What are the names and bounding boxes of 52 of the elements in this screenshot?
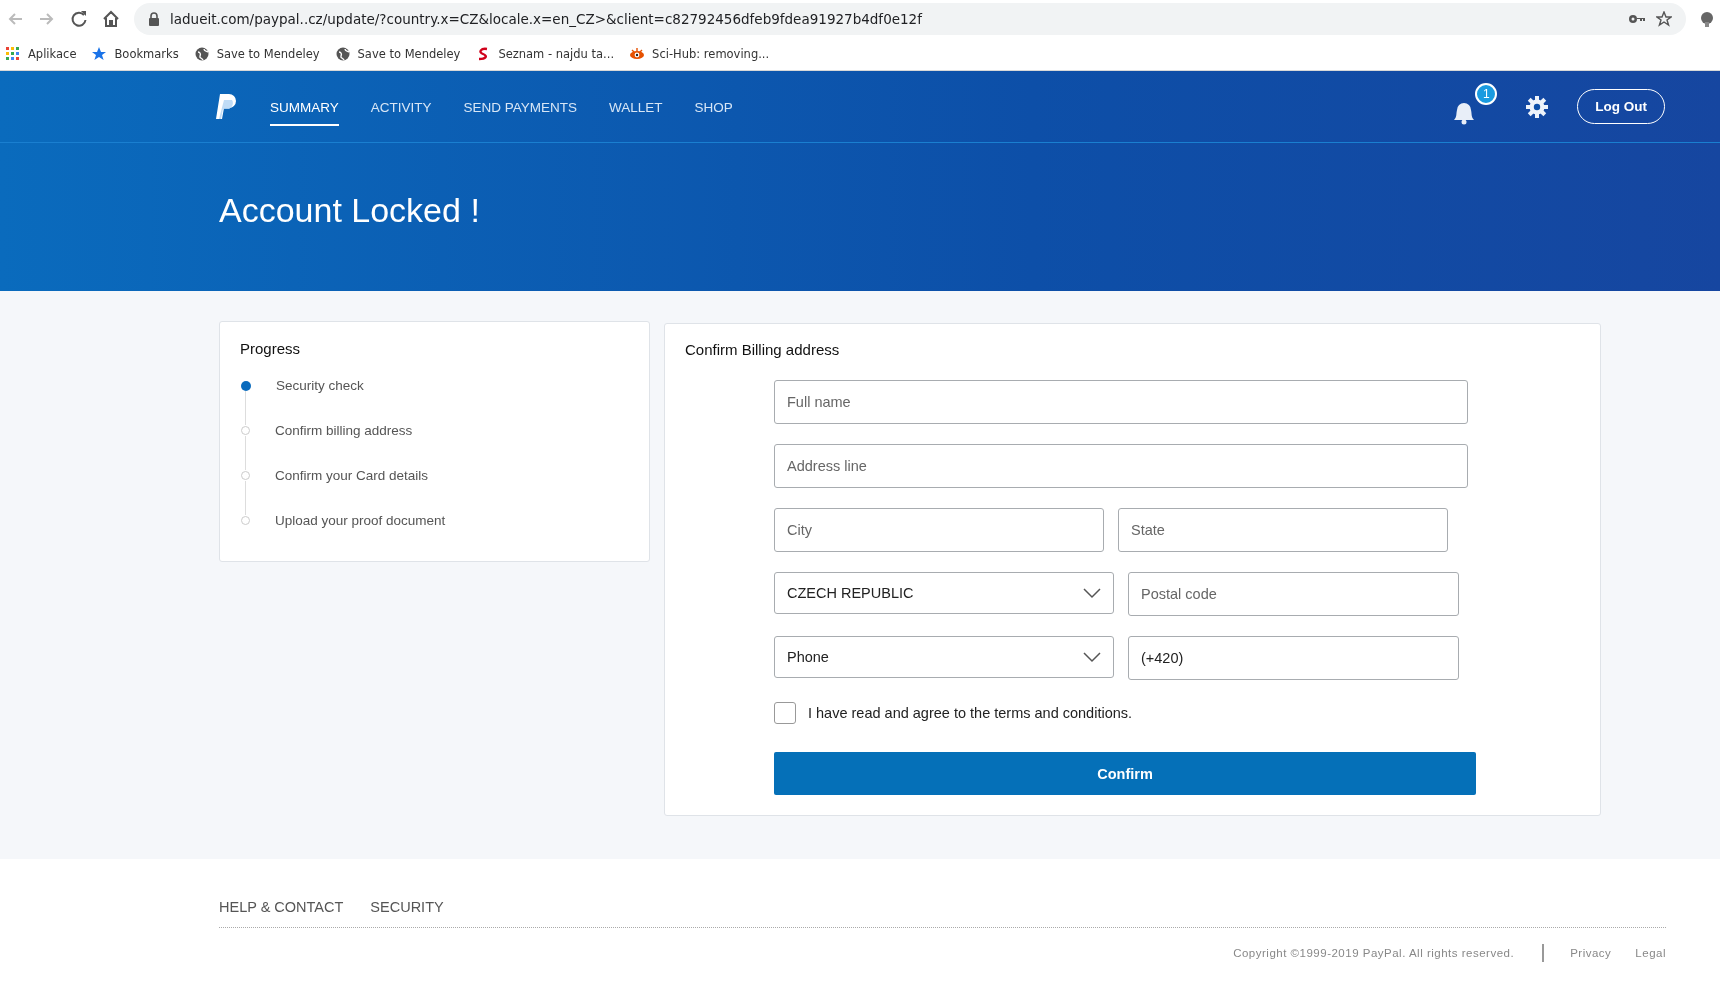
nav-tab[interactable]: WALLET: [609, 89, 663, 126]
terms-label: I have read and agree to the terms and conditions.: [808, 705, 1133, 721]
eye-icon: [630, 47, 645, 61]
address-bar[interactable]: ladueit.com/paypal..cz/update/?country.x=CZ&locale.x=en_CZ>&client=c82792456dfeb9fdea91927b4df0e12f: [134, 3, 1686, 35]
star-icon[interactable]: [1656, 11, 1672, 27]
nav-tab[interactable]: SEND PAYMENTS: [463, 89, 578, 126]
bookmark-link[interactable]: Save to Mendeley: [216, 47, 320, 61]
url-text: ladueit.com/paypal..cz/update/?country.x=CZ&locale.x=en_CZ>&client=c82792456dfeb9fdea91927b4df0e12f: [170, 11, 924, 27]
globe-icon: [194, 47, 209, 61]
form-title: Confirm Billing address: [685, 341, 841, 358]
apps-grid-icon: [6, 47, 20, 61]
paypal-logo-icon[interactable]: [214, 93, 238, 120]
chevron-down-icon: [1083, 651, 1101, 663]
footer-link[interactable]: SECURITY: [370, 899, 444, 915]
lock-icon: [148, 12, 160, 26]
checkbox[interactable]: [774, 702, 796, 724]
legal-link[interactable]: Privacy: [1570, 947, 1612, 959]
step-label: Upload your proof document: [275, 513, 446, 528]
bookmark-link[interactable]: Save to Mendeley: [357, 47, 461, 61]
star-icon: [92, 47, 107, 61]
input-field[interactable]: City: [774, 508, 1104, 552]
input-field[interactable]: Postal code: [1128, 572, 1459, 616]
extension-icon[interactable]: [1700, 11, 1714, 27]
chevron-down-icon: [1083, 587, 1101, 599]
page-title: Account Locked !: [218, 190, 481, 230]
home-icon[interactable]: [102, 10, 120, 28]
notification-badge: 1: [1475, 82, 1498, 105]
copyright-text: Copyright ©1999-2019 PayPal. All rights reserved.: [1233, 947, 1515, 959]
step-label: Confirm billing address: [275, 423, 413, 438]
bookmark-link[interactable]: Seznam - najdu ta...: [498, 47, 615, 61]
input-field[interactable]: Address line: [774, 444, 1468, 488]
step-label: Confirm your Card details: [275, 468, 429, 483]
bookmark-link[interactable]: Sci-Hub: removing...: [652, 47, 770, 61]
bookmark-link[interactable]: Aplikace: [28, 47, 77, 61]
bookmark-link[interactable]: Bookmarks: [114, 47, 179, 61]
footer-link[interactable]: HELP & CONTACT: [219, 899, 344, 915]
key-icon[interactable]: [1628, 12, 1646, 26]
globe-icon: [335, 47, 350, 61]
confirm-button[interactable]: Confirm: [774, 752, 1476, 795]
input-field[interactable]: Full name: [774, 380, 1468, 424]
nav-tab[interactable]: SHOP: [694, 89, 733, 126]
input-field[interactable]: State: [1118, 508, 1448, 552]
dropdown[interactable]: Phone: [774, 636, 1114, 678]
nav-tab[interactable]: SUMMARY: [270, 89, 339, 126]
legal-link[interactable]: Legal: [1635, 947, 1666, 959]
reload-icon[interactable]: [70, 10, 88, 28]
input-field[interactable]: (+420): [1128, 636, 1459, 680]
settings-icon[interactable]: [1525, 94, 1550, 119]
nav-tab[interactable]: ACTIVITY: [370, 89, 432, 126]
step-label: Security check: [276, 378, 364, 393]
card-title: Progress: [240, 340, 302, 357]
dropdown[interactable]: CZECH REPUBLIC: [774, 572, 1114, 614]
